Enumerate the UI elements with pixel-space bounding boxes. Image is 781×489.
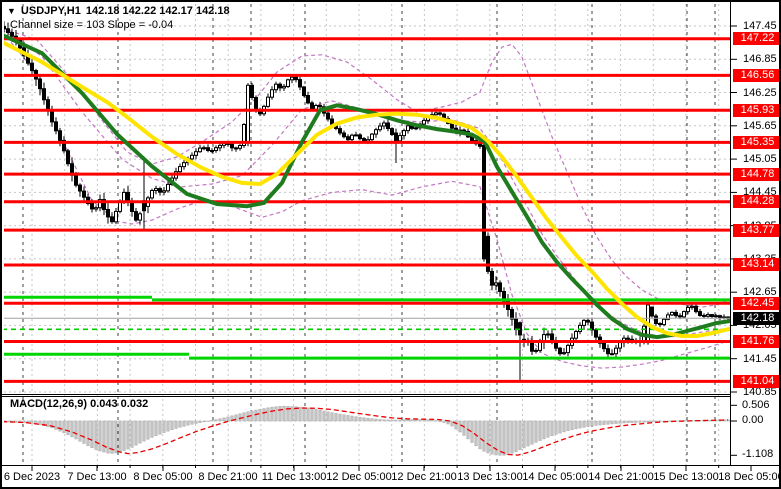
grid-lines bbox=[4, 4, 730, 465]
time-axis-label: 6 Dec 2023 bbox=[3, 471, 61, 483]
price-level-badge: 145.35 bbox=[733, 136, 779, 149]
price-tick-label: 145.65 bbox=[743, 120, 777, 132]
chart-dropdown-arrow-button[interactable]: ▼ bbox=[7, 6, 16, 17]
price-tick-label: 141.45 bbox=[743, 353, 777, 365]
macd-indicator-label: MACD(12,26,9) 0.043 0.032 bbox=[10, 398, 149, 410]
time-axis-label: 13 Dec 13:00 bbox=[457, 471, 523, 483]
day-separator-lines bbox=[22, 4, 716, 465]
ohlc-values-label: 142.18 142.22 142.17 142.18 bbox=[85, 5, 230, 17]
time-axis-label: 12 Dec 21:00 bbox=[391, 471, 457, 483]
macd-scale-max: 0.506 bbox=[742, 399, 770, 411]
channel-info-label: Channel size = 103 Slope = -0.04 bbox=[10, 19, 174, 31]
price-tick-label: 145.05 bbox=[743, 153, 777, 165]
chart-title-row: ▼ USDJPY,H1 142.18 142.22 142.17 142.18 bbox=[7, 5, 230, 17]
time-axis-label: 15 Dec 13:00 bbox=[653, 471, 719, 483]
time-axis-label: 14 Dec 21:00 bbox=[588, 471, 654, 483]
price-tick-label: 146.85 bbox=[743, 53, 777, 65]
macd-scale-min: -1.108 bbox=[742, 448, 774, 460]
price-level-badge: 141.04 bbox=[733, 375, 779, 388]
time-axis-label: 11 Dec 13:00 bbox=[261, 471, 327, 483]
symbol-period-label: USDJPY,H1 bbox=[20, 5, 81, 17]
price-level-badge: 142.45 bbox=[733, 297, 779, 310]
price-tick-label: 147.45 bbox=[743, 20, 777, 32]
price-level-badge: 143.14 bbox=[733, 258, 779, 271]
time-axis-label: 18 Dec 05:00 bbox=[718, 471, 781, 483]
price-level-badge: 141.76 bbox=[733, 335, 779, 348]
chart-window: ▼ USDJPY,H1 142.18 142.22 142.17 142.18 … bbox=[0, 0, 781, 489]
time-axis-label: 8 Dec 21:00 bbox=[198, 471, 258, 483]
price-level-badge: 147.22 bbox=[733, 32, 779, 45]
time-axis-label: 14 Dec 05:00 bbox=[522, 471, 588, 483]
price-level-badge: 146.56 bbox=[733, 69, 779, 82]
current-price-badge: 142.18 bbox=[733, 312, 779, 325]
price-level-badge: 143.77 bbox=[733, 224, 779, 237]
price-level-badge: 145.93 bbox=[733, 104, 779, 117]
macd-scale-zero: 0.00 bbox=[742, 414, 764, 426]
price-level-badge: 144.78 bbox=[733, 168, 779, 181]
green-level-lines[interactable] bbox=[2, 295, 730, 360]
time-axis-label: 12 Dec 05:00 bbox=[326, 471, 392, 483]
chart-canvas[interactable] bbox=[2, 2, 781, 489]
price-level-badge: 144.28 bbox=[733, 195, 779, 208]
time-axis-label: 7 Dec 13:00 bbox=[67, 471, 127, 483]
price-tick-label: 146.25 bbox=[743, 87, 777, 99]
time-axis-label: 8 Dec 05:00 bbox=[133, 471, 193, 483]
